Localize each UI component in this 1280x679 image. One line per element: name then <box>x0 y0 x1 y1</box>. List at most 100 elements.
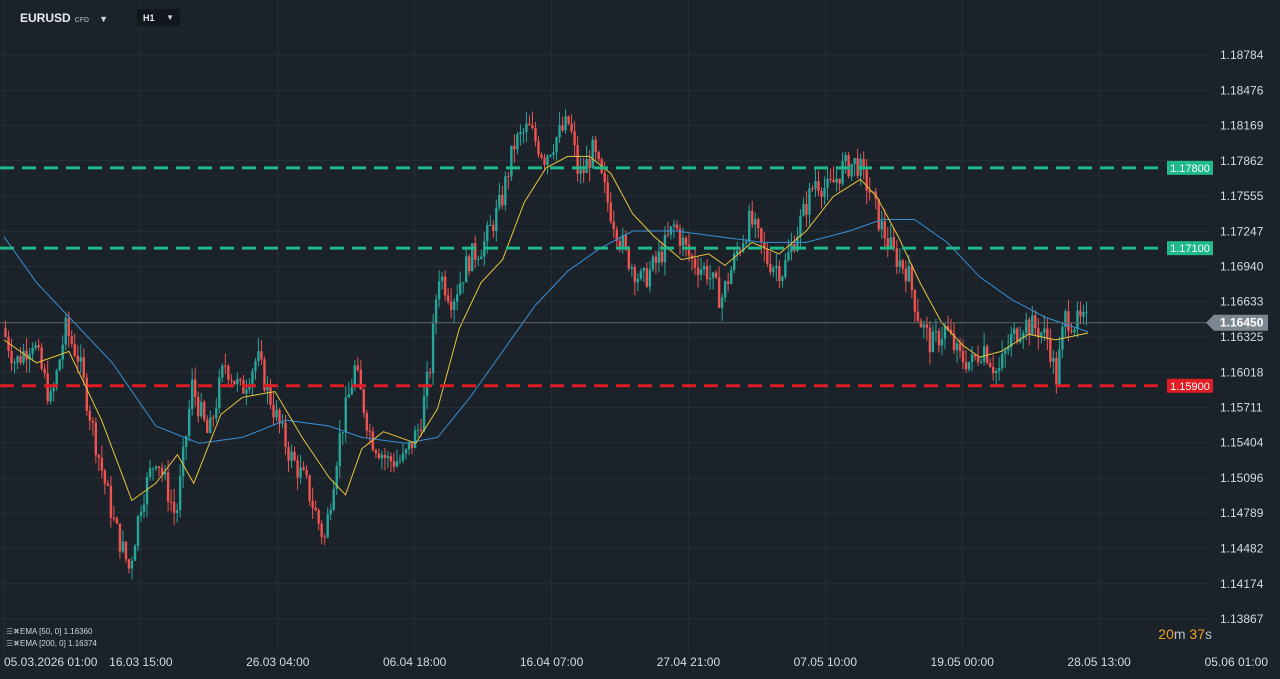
indicator-ema50[interactable]: ☰✖ EMA [50, 0] 1.16360 <box>6 626 97 638</box>
candle-body <box>922 324 926 328</box>
settings-close-icon[interactable]: ☰✖ <box>6 626 20 638</box>
candle-body <box>708 277 712 280</box>
candle-body <box>37 345 40 348</box>
candle-body <box>693 258 697 268</box>
candle-body <box>302 467 305 470</box>
candle-body <box>672 224 676 227</box>
candle-body <box>618 240 621 247</box>
candle-body <box>64 317 67 345</box>
candle-body <box>446 295 450 302</box>
timeframe-selector[interactable]: H1 ▼ <box>137 9 180 26</box>
candle-body <box>100 457 104 471</box>
time-tick-label: 26.03 04:00 <box>246 655 310 669</box>
time-axis[interactable]: 05.03.2026 01:00 16.03 15:00 26.03 04:00 06… <box>4 655 1268 669</box>
candle-body <box>392 461 396 467</box>
candle-body <box>850 163 853 177</box>
candle-body <box>67 317 70 336</box>
candle-body <box>567 116 570 124</box>
candle-body <box>582 170 585 173</box>
candle-body <box>657 251 661 263</box>
candle-body <box>296 460 299 478</box>
chevron-down-icon[interactable]: ▼ <box>99 14 108 24</box>
candle-body <box>525 123 528 133</box>
candle-body <box>70 335 73 344</box>
candle-body <box>537 141 540 155</box>
candles <box>4 109 1088 580</box>
candle-body <box>1025 319 1028 334</box>
candle-body <box>323 536 326 538</box>
candle-body <box>299 467 302 478</box>
candle-body <box>751 210 754 225</box>
candle-body <box>1070 331 1073 333</box>
candle-body <box>1003 350 1007 354</box>
candle-body <box>142 504 146 512</box>
candle-body <box>588 158 591 169</box>
candle-body <box>940 338 944 346</box>
candle-body <box>841 161 844 184</box>
candle-body <box>443 276 447 296</box>
candle-body <box>1085 311 1088 313</box>
candle-body <box>736 250 739 254</box>
candle-body <box>964 362 968 370</box>
candle-body <box>1052 357 1055 362</box>
candle-body <box>389 456 393 462</box>
candle-body <box>124 541 128 560</box>
candle-body <box>127 559 131 569</box>
candle-body <box>474 243 477 260</box>
candle-body <box>516 134 519 150</box>
candle-body <box>723 281 727 298</box>
candle-body <box>651 256 655 270</box>
candle-body <box>907 265 911 282</box>
indicator-ema200[interactable]: ☰✖ EMA [200, 0] 1.16374 <box>6 638 97 650</box>
symbol-selector[interactable]: EURUSD CFD ▼ <box>20 11 108 25</box>
settings-close-icon[interactable]: ☰✖ <box>6 638 20 650</box>
price-tick-label: 1.14789 <box>1220 506 1264 520</box>
candle-body <box>769 263 772 273</box>
candle-body <box>31 348 34 354</box>
candle-body <box>603 172 606 183</box>
candle-body <box>200 402 203 417</box>
price-chart[interactable]: 1.164501.178001.171001.15900 1.187841.18… <box>0 0 1280 679</box>
candle-body <box>61 344 64 360</box>
candle-body <box>305 469 308 476</box>
candle-body <box>317 510 320 524</box>
candle-body <box>477 259 480 261</box>
time-tick-label: 05.06 01:00 <box>1205 655 1269 669</box>
candle-body <box>407 442 411 450</box>
candle-body <box>362 389 366 414</box>
candle-body <box>579 170 582 174</box>
candle-body <box>169 501 173 503</box>
candle-body <box>778 266 781 281</box>
candle-body <box>772 268 775 273</box>
chevron-down-icon[interactable]: ▼ <box>166 13 174 22</box>
candle-body <box>696 267 700 275</box>
candle-body <box>1082 311 1085 317</box>
candle-body <box>290 451 293 461</box>
candle-body <box>118 523 122 552</box>
candle-body <box>257 351 260 362</box>
candle-body <box>489 224 492 226</box>
candle-body <box>507 176 510 178</box>
price-tick-label: 1.17247 <box>1220 224 1264 238</box>
candle-body <box>844 154 847 162</box>
candle-body <box>645 268 649 287</box>
candle-body <box>895 248 898 267</box>
price-tick-label: 1.16633 <box>1220 295 1264 309</box>
candle-body <box>344 397 347 433</box>
candle-body <box>916 311 920 321</box>
candle-body <box>726 281 730 284</box>
candle-body <box>654 256 658 263</box>
candle-body <box>886 238 889 248</box>
candle-body <box>121 541 125 552</box>
price-tick-label: 1.16325 <box>1220 330 1264 344</box>
price-axis[interactable]: 1.18784 1.18476 1.18169 1.17862 1.17555 1.172… <box>1220 48 1264 626</box>
candle-body <box>838 178 841 184</box>
candle-body <box>34 345 37 349</box>
countdown-minutes-unit: m <box>1173 626 1186 642</box>
candle-body <box>1016 328 1019 342</box>
candle-body <box>97 455 101 458</box>
candle-body <box>757 219 760 229</box>
candle-body <box>591 139 594 169</box>
level-line-label: 1.17800 <box>1170 163 1210 175</box>
candle-body <box>711 272 715 278</box>
